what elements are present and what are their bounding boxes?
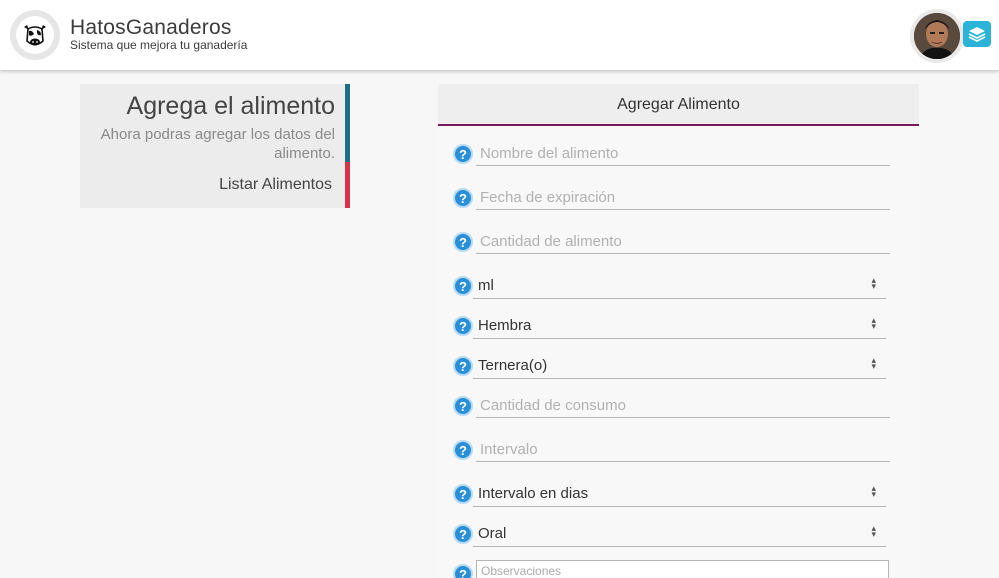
help-icon[interactable]: ? [453,564,473,578]
add-food-form-panel: Agregar Alimento ? ? ? ? ml ▴▾ ? Hembra … [438,84,919,578]
layers-button[interactable] [963,21,991,47]
field-row-etapa: ? Ternera(o) ▴ ▾ [438,352,919,382]
section-title: Agrega el alimento [126,92,335,120]
food-quantity-input[interactable] [476,230,890,254]
brand-title: HatosGanaderos [70,16,232,39]
help-icon[interactable]: ? [453,316,473,336]
brand-subtitle: Sistema que mejora tu ganadería [70,38,248,52]
list-foods-link[interactable]: Listar Alimentos [219,176,332,194]
field-row-nombre: ? [438,140,919,170]
unit-select-value: ml [478,277,494,294]
help-icon[interactable]: ? [453,440,473,460]
sex-select[interactable]: Hembra ▴ ▾ [473,314,886,339]
help-icon[interactable]: ? [453,144,473,164]
field-row-observaciones: ? Observaciones [438,560,919,578]
help-icon[interactable]: ? [453,188,473,208]
field-row-via: ? Oral ▴ ▾ [438,520,919,550]
panel-header: Agregar Alimento [438,84,919,126]
food-name-input[interactable] [476,142,890,166]
interval-unit-select[interactable]: Intervalo en dias ▴ ▾ [473,482,886,507]
help-icon[interactable]: ? [453,356,473,376]
route-select[interactable]: Oral ▴ ▾ [473,522,886,547]
help-icon[interactable]: ? [453,276,473,296]
field-row-intervalo: ? [438,436,919,466]
field-row-cantidad: ? [438,228,919,258]
sex-select-value: Hembra [478,317,532,334]
accent-bar-blue [345,84,350,162]
top-header: HatosGanaderos Sistema que mejora tu gan… [0,0,999,70]
help-icon[interactable]: ? [453,484,473,504]
route-select-value: Oral [478,525,507,542]
expiration-date-input[interactable] [476,186,890,210]
select-arrows-icon: ▴ ▾ [871,355,876,371]
select-arrows-icon: ▴ ▾ [871,315,876,331]
select-arrows-icon: ▴ ▾ [871,483,876,499]
field-row-sexo: ? Hembra ▴ ▾ [438,312,919,342]
help-icon[interactable]: ? [453,232,473,252]
field-row-consumo: ? [438,392,919,422]
interval-unit-select-value: Intervalo en dias [478,485,589,502]
observations-textarea[interactable]: Observaciones [476,560,889,578]
consumption-quantity-input[interactable] [476,394,890,418]
cow-logo-icon[interactable] [10,10,60,60]
section-info-box: Agrega el alimento Ahora podras agregar … [80,84,350,208]
stage-select-value: Ternera(o) [478,357,548,374]
panel-title: Agregar Alimento [617,96,740,113]
accent-bar-red [345,162,350,208]
help-icon[interactable]: ? [453,396,473,416]
unit-select[interactable]: ml ▴ ▾ [473,274,886,299]
layers-icon [968,27,986,42]
section-description: Ahora podras agregar los datos del alime… [100,126,335,162]
field-row-fecha: ? [438,184,919,214]
field-row-intervalo-unidad: ? Intervalo en dias ▴ ▾ [438,480,919,510]
user-avatar[interactable] [910,9,964,63]
stage-select[interactable]: Ternera(o) ▴ ▾ [473,354,886,379]
select-arrows-icon: ▴ ▾ [871,275,876,291]
select-arrows-icon: ▴ ▾ [871,523,876,539]
help-icon[interactable]: ? [453,524,473,544]
interval-input[interactable] [476,438,890,462]
field-row-unidad: ? ml ▴ ▾ [438,272,919,302]
